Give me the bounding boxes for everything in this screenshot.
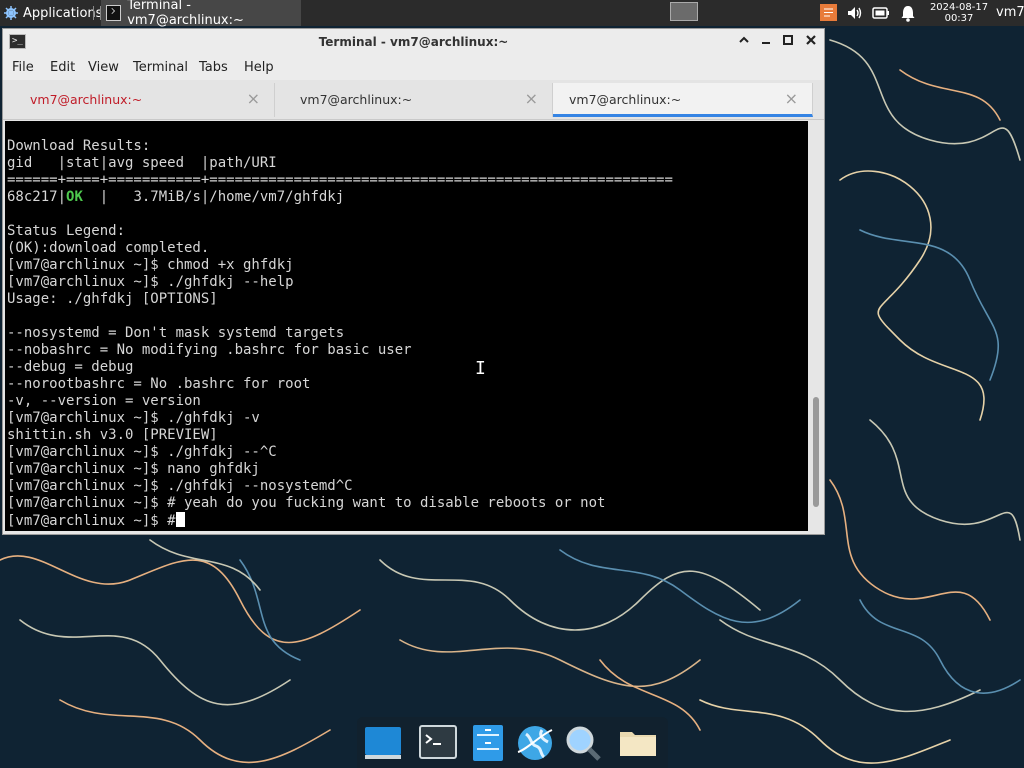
menu-tabs[interactable]: Tabs [199, 60, 228, 75]
folder-icon[interactable] [617, 722, 659, 764]
terminal-line: [vm7@archlinux ~]$ nano ghfdkj [7, 461, 260, 477]
tab-close-icon[interactable]: × [785, 89, 798, 108]
terminal-scrollbar[interactable] [809, 121, 823, 531]
terminal-line: --nosystemd = Don't mask systemd targets [7, 325, 345, 341]
terminal-icon [106, 5, 122, 21]
menu-help[interactable]: Help [244, 60, 274, 75]
tab-bar: vm7@archlinux:~ × vm7@archlinux:~ × vm7@… [3, 80, 824, 120]
terminal-line: gid |stat|avg speed |path/URI [7, 155, 277, 171]
terminal-line: --nobashrc = No modifying .bashrc for ba… [7, 342, 412, 358]
window-title: Terminal - vm7@archlinux:~ [318, 35, 509, 49]
show-desktop-icon[interactable] [362, 722, 404, 764]
terminal-line: --debug = debug [7, 359, 134, 375]
minimize-icon [762, 42, 770, 44]
clock-time: 00:37 [944, 13, 974, 24]
terminal-line: [vm7@archlinux ~]$ ./ghfdkj --^C [7, 444, 277, 460]
menu-file[interactable]: File [12, 60, 34, 75]
terminal-output[interactable]: Download Results: gid |stat|avg speed |p… [5, 121, 808, 531]
panel-separator [93, 6, 101, 20]
terminal-line: Status Legend: [7, 223, 126, 239]
scrollbar-thumb[interactable] [813, 397, 819, 507]
window-titlebar[interactable]: >_ Terminal - vm7@archlinux:~ [3, 29, 824, 56]
taskbar-button-label: Terminal - vm7@archlinux:~ [127, 0, 244, 28]
volume-icon[interactable] [846, 5, 864, 25]
maximize-button[interactable] [780, 34, 796, 50]
terminal-line: 68c217|OK | 3.7MiB/s|/home/vm7/ghfdkj [7, 189, 345, 205]
dock [357, 717, 668, 768]
tab-label: vm7@archlinux:~ [300, 92, 413, 107]
menu-view[interactable]: View [88, 60, 119, 75]
taskbar-button-terminal[interactable]: Terminal - vm7@archlinux:~ [101, 0, 301, 28]
terminal-cursor [175, 512, 185, 527]
tab-label: vm7@archlinux:~ [569, 92, 682, 107]
terminal-line: Download Results: [7, 138, 151, 154]
maximize-icon [783, 35, 793, 45]
text-cursor-icon: I [475, 358, 486, 379]
file-manager-icon[interactable] [467, 722, 509, 764]
top-panel: Applications Terminal - vm7@archlinux:~ … [0, 0, 1024, 28]
terminal-line: [vm7@archlinux ~]$ ./ghfdkj -v [7, 410, 260, 426]
battery-icon[interactable] [872, 6, 890, 24]
clock[interactable]: 2024-08-17 00:37 [926, 0, 992, 26]
web-browser-icon[interactable] [514, 722, 556, 764]
tab-3[interactable]: vm7@archlinux:~ × [553, 83, 813, 117]
applications-label: Applications [23, 5, 103, 21]
terminal-line: -v, --version = version [7, 393, 201, 409]
app-finder-icon[interactable] [562, 722, 604, 764]
terminal-line: --norootbashrc = No .bashrc for root [7, 376, 311, 392]
notes-icon[interactable] [820, 4, 837, 25]
terminal-window: >_ Terminal - vm7@archlinux:~ File Edit … [2, 28, 825, 535]
tab-close-icon[interactable]: × [525, 89, 538, 108]
tab-1[interactable]: vm7@archlinux:~ × [5, 83, 275, 117]
terminal-icon[interactable] [417, 722, 459, 764]
tab-2[interactable]: vm7@archlinux:~ × [275, 83, 553, 117]
xfce-logo-icon [4, 6, 18, 20]
terminal-line: [vm7@archlinux ~]$ # yeah do you fucking… [7, 495, 606, 511]
bell-icon[interactable] [900, 5, 916, 26]
terminal-line: [vm7@archlinux ~]$ ./ghfdkj --nosystemd^… [7, 478, 353, 494]
menu-bar: File Edit View Terminal Tabs Help [3, 56, 824, 80]
menu-terminal[interactable]: Terminal [133, 60, 188, 75]
terminal-line: [vm7@archlinux ~]$ chmod +x ghfdkj [7, 257, 294, 273]
tab-label: vm7@archlinux:~ [30, 92, 143, 107]
terminal-line: [vm7@archlinux ~]$ # [7, 513, 176, 529]
menu-edit[interactable]: Edit [50, 60, 75, 75]
applications-menu[interactable]: Applications [0, 0, 102, 26]
clock-date: 2024-08-17 [929, 2, 989, 13]
terminal-line: (OK):download completed. [7, 240, 210, 256]
tab-close-icon[interactable]: × [247, 89, 260, 108]
workspace-switcher[interactable] [670, 2, 698, 21]
terminal-line: ======+====+===========+================… [7, 172, 673, 188]
close-button[interactable] [803, 34, 819, 50]
shade-button[interactable] [736, 34, 752, 50]
minimize-button[interactable] [758, 34, 774, 50]
close-icon [806, 35, 816, 45]
terminal-text: Download Results: gid |stat|avg speed |p… [7, 138, 673, 530]
terminal-line: shittin.sh v3.0 [PREVIEW] [7, 427, 218, 443]
chevron-up-icon [739, 36, 749, 43]
terminal-line: Usage: ./ghfdkj [OPTIONS] [7, 291, 218, 307]
user-menu[interactable]: vm7 [996, 5, 1024, 20]
terminal-line: [vm7@archlinux ~]$ ./ghfdkj --help [7, 274, 294, 290]
